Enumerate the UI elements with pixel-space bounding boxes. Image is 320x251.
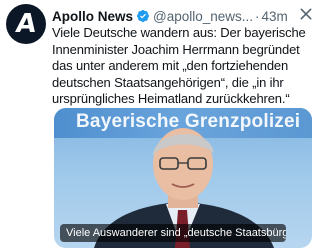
author-name[interactable]: Apollo News <box>52 9 133 24</box>
tweet-text-line: deutschen Staatsangehörigen“, die „in ih… <box>52 74 284 90</box>
tweet-text-line: Viele Deutsche wandern aus: Der bayerisc… <box>52 25 306 40</box>
tweet-text: Viele Deutsche wandern aus: Der bayerisc… <box>52 25 314 108</box>
avatar-logo: A <box>14 9 38 39</box>
separator-dot: · <box>255 8 260 24</box>
close-icon[interactable] <box>298 6 314 22</box>
avatar[interactable]: A <box>6 4 46 44</box>
tweet-text-line: ursprüngliches Heimatland zurückkehren.“ <box>52 91 290 106</box>
author-handle[interactable]: @apollo_news... <box>153 9 253 24</box>
tweet-card[interactable]: A Apollo News @apollo_news... · 43m Viel… <box>0 0 320 251</box>
verified-badge-icon <box>137 10 149 22</box>
tweet-text-line: das unter anderem mit „den fortziehenden <box>52 58 289 73</box>
tweet-header: Apollo News @apollo_news... · 43m <box>52 6 320 26</box>
media-caption: Viele Auswanderer sind „deutsche Staatsb… <box>60 224 286 242</box>
tweet-media-image[interactable]: Bayerische Grenzpolizei Viele Auswandere… <box>54 108 312 248</box>
timestamp[interactable]: 43m <box>262 9 288 24</box>
tweet-text-line: Innenminister Joachim Herrmann begründet <box>52 41 300 57</box>
